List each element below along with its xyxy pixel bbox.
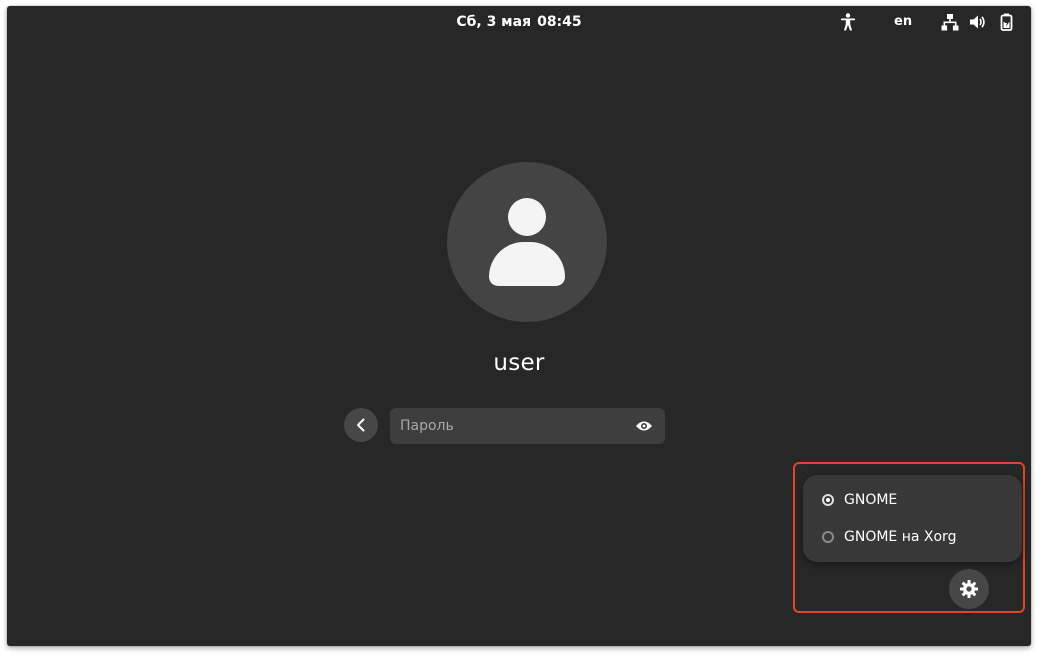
- gear-icon: [960, 580, 978, 598]
- session-menu: GNOME GNOME на Xorg: [803, 475, 1022, 562]
- clock-time: 08:45: [537, 14, 582, 30]
- avatar-body: [489, 242, 565, 286]
- user-avatar: [447, 162, 607, 322]
- clock[interactable]: Сб, 3 мая 08:45: [7, 14, 1031, 30]
- eye-icon[interactable]: [635, 418, 653, 434]
- network-icon[interactable]: [941, 13, 959, 31]
- top-bar: Сб, 3 мая 08:45 en: [7, 6, 1031, 38]
- volume-icon[interactable]: [969, 13, 987, 31]
- chevron-left-icon: [357, 418, 365, 432]
- radio-checked-icon: [822, 494, 834, 506]
- session-settings-button[interactable]: [949, 569, 989, 609]
- back-button[interactable]: [344, 408, 378, 442]
- username-label: user: [493, 350, 545, 376]
- accessibility-icon[interactable]: [839, 13, 857, 31]
- language-indicator[interactable]: en: [894, 14, 912, 29]
- battery-icon[interactable]: [998, 13, 1016, 31]
- clock-date: Сб, 3 мая: [456, 14, 532, 30]
- session-item-gnome[interactable]: GNOME: [803, 482, 1022, 518]
- radio-unchecked-icon: [822, 531, 834, 543]
- password-entry[interactable]: [390, 408, 665, 444]
- avatar-head: [508, 198, 546, 236]
- password-input[interactable]: [400, 418, 620, 434]
- session-item-gnome-xorg[interactable]: GNOME на Xorg: [803, 519, 1022, 555]
- login-screen: Сб, 3 мая 08:45 en user GNOME GNOME на X…: [7, 6, 1031, 646]
- session-item-label: GNOME: [844, 492, 898, 508]
- session-item-label: GNOME на Xorg: [844, 529, 957, 545]
